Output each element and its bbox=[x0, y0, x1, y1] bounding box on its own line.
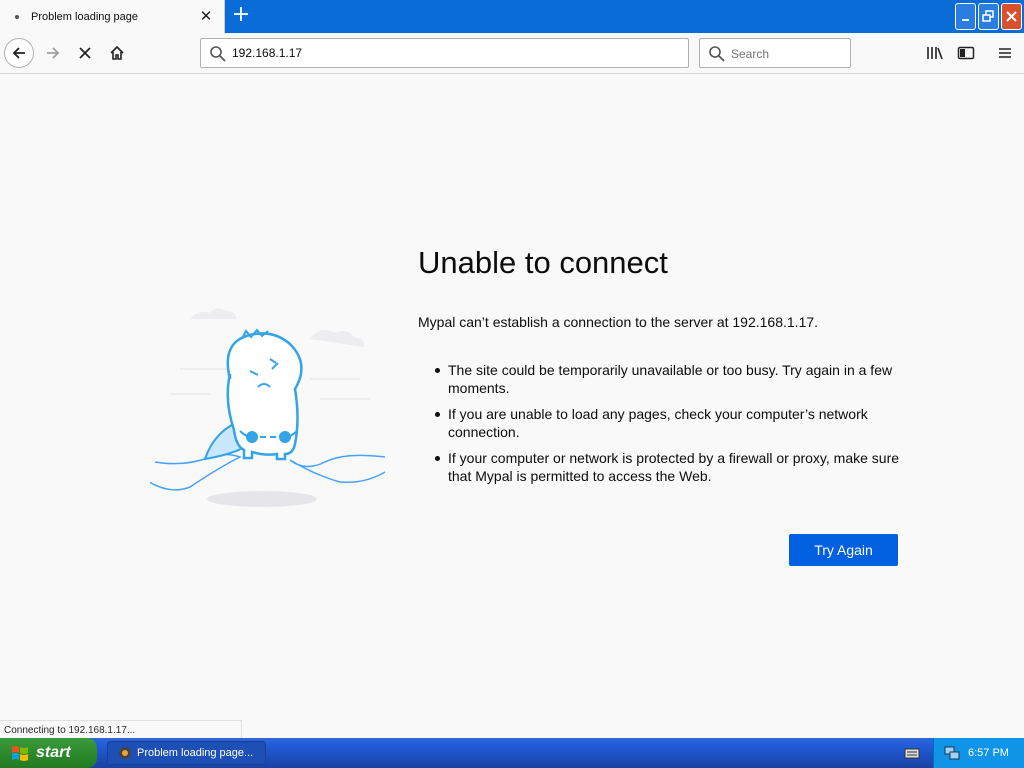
back-button[interactable] bbox=[4, 38, 34, 68]
tab-title: Problem loading page bbox=[31, 10, 139, 23]
sidebar-icon bbox=[957, 46, 975, 60]
menu-button[interactable] bbox=[990, 38, 1020, 68]
start-label: start bbox=[36, 744, 71, 761]
browser-icon bbox=[119, 747, 131, 759]
network-icon[interactable] bbox=[944, 745, 960, 761]
library-button[interactable] bbox=[920, 38, 950, 68]
tab-problem-loading[interactable]: Problem loading page ✕ bbox=[0, 0, 225, 33]
home-button[interactable] bbox=[102, 38, 132, 68]
stop-button[interactable] bbox=[70, 38, 100, 68]
forward-arrow-icon bbox=[47, 47, 60, 59]
back-arrow-icon bbox=[12, 47, 25, 59]
search-icon bbox=[709, 46, 725, 62]
keyboard-icon[interactable] bbox=[904, 746, 920, 760]
disconnected-dinosaur-illustration bbox=[150, 308, 386, 507]
taskbar: start Problem loading page... 6:57 PM bbox=[0, 738, 1024, 768]
tab-strip: Problem loading page ✕ + bbox=[0, 0, 1024, 33]
stop-x-icon bbox=[79, 47, 91, 59]
library-icon bbox=[927, 47, 943, 60]
list-item: If your computer or network is protected… bbox=[435, 449, 908, 485]
error-page: Unable to connect Mypal can’t establish … bbox=[0, 74, 1024, 738]
close-window-button[interactable] bbox=[1001, 3, 1022, 30]
system-tray: 6:57 PM bbox=[933, 738, 1024, 768]
url-text: 192.168.1.17 bbox=[232, 46, 303, 60]
start-button[interactable]: start bbox=[0, 738, 97, 768]
search-icon bbox=[210, 46, 226, 62]
list-item: The site could be temporarily unavailabl… bbox=[435, 361, 908, 397]
try-again-button[interactable]: Try Again bbox=[789, 534, 898, 566]
hamburger-menu-icon bbox=[999, 48, 1011, 58]
sidebar-button[interactable] bbox=[951, 38, 981, 68]
taskbar-item-browser[interactable]: Problem loading page... bbox=[107, 741, 266, 765]
home-icon bbox=[110, 45, 124, 60]
error-suggestions: The site could be temporarily unavailabl… bbox=[435, 361, 908, 493]
clock[interactable]: 6:57 PM bbox=[968, 747, 1009, 759]
tab-loading-icon bbox=[15, 14, 19, 19]
search-bar[interactable]: Search bbox=[699, 38, 851, 68]
error-title: Unable to connect bbox=[418, 245, 668, 280]
forward-button[interactable] bbox=[38, 38, 68, 68]
windows-logo-icon bbox=[12, 746, 28, 761]
status-bar: Connecting to 192.168.1.17... bbox=[0, 720, 242, 738]
new-tab-button[interactable]: + bbox=[229, 4, 253, 28]
taskbar-item-label: Problem loading page... bbox=[137, 747, 254, 759]
close-icon bbox=[1006, 11, 1017, 22]
tab-close-icon[interactable]: ✕ bbox=[198, 8, 214, 24]
error-description: Mypal can’t establish a connection to th… bbox=[418, 314, 819, 330]
search-placeholder: Search bbox=[731, 47, 770, 61]
restore-button[interactable] bbox=[978, 3, 999, 30]
minimize-button[interactable] bbox=[955, 3, 976, 30]
minimize-icon bbox=[962, 19, 969, 21]
navigation-bar: 192.168.1.17 Search bbox=[0, 33, 1024, 74]
url-bar[interactable]: 192.168.1.17 bbox=[200, 38, 689, 68]
restore-icon bbox=[982, 10, 994, 22]
list-item: If you are unable to load any pages, che… bbox=[435, 405, 908, 441]
